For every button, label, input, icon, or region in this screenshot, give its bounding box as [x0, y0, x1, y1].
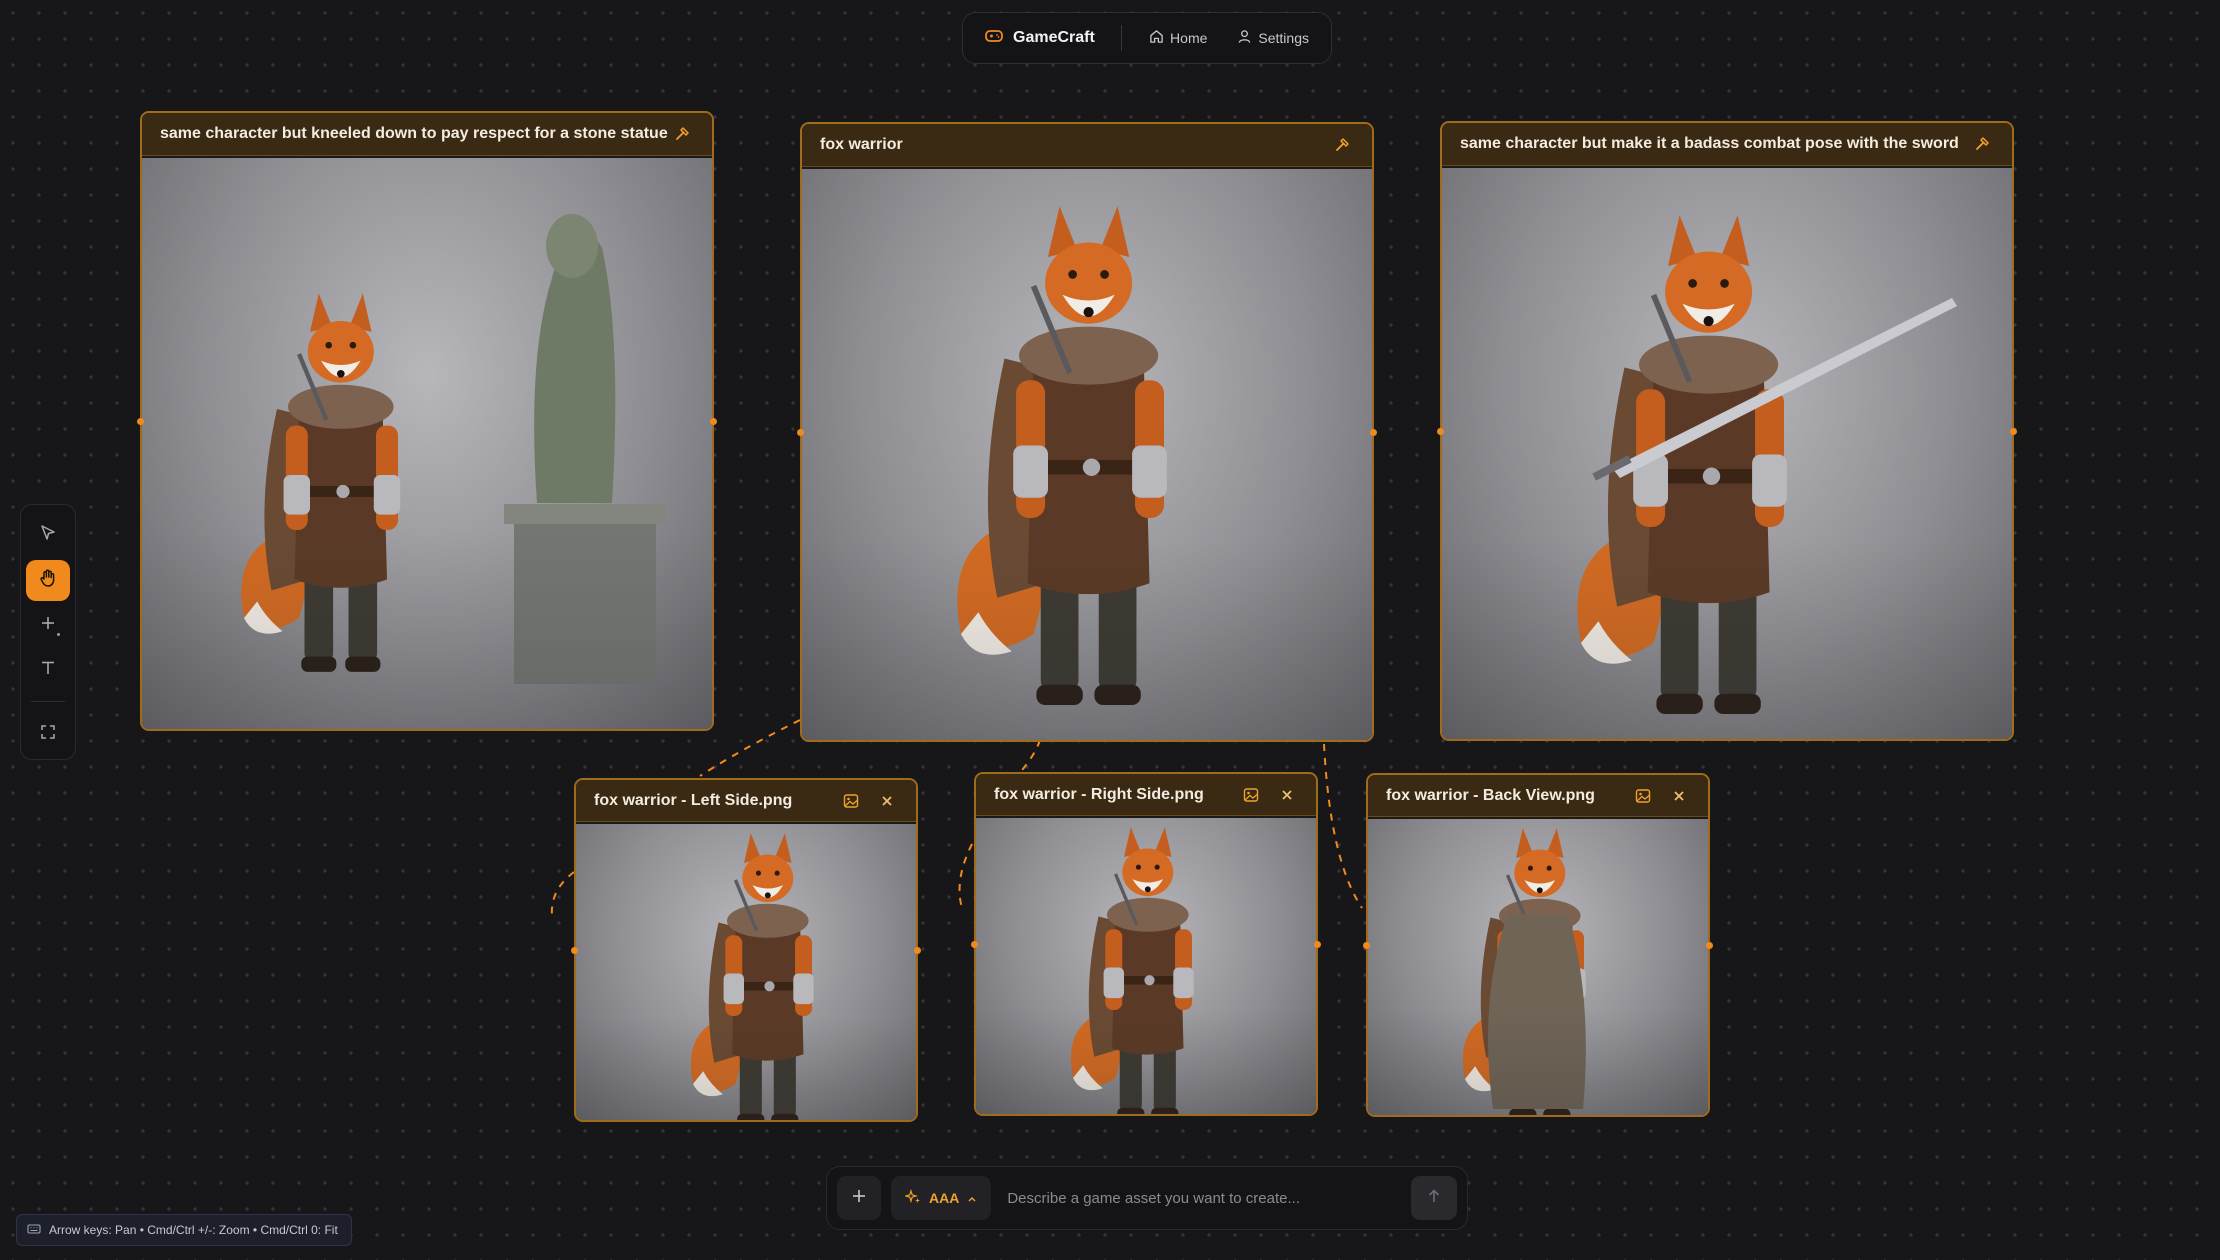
add-asset-button[interactable] [837, 1176, 881, 1220]
prompt-input[interactable] [1001, 1176, 1401, 1220]
image-icon[interactable] [1632, 785, 1654, 807]
prompt-bar: AAA [826, 1166, 1468, 1230]
fit-tool[interactable] [26, 714, 70, 755]
connection-handle[interactable] [1363, 942, 1370, 949]
node-card-combat[interactable]: same character but make it a badass comb… [1437, 121, 2017, 741]
submenu-indicator-icon [57, 633, 60, 637]
sparkles-icon [904, 1188, 921, 1208]
connection-handle[interactable] [914, 947, 921, 954]
hammer-icon[interactable] [672, 123, 694, 145]
connection-handle[interactable] [571, 947, 578, 954]
keyboard-icon [27, 1223, 41, 1238]
node-card-left-side[interactable]: fox warrior - Left Side.png [571, 778, 921, 1122]
card-title: fox warrior - Left Side.png [594, 791, 793, 809]
card-title: same character but make it a badass comb… [1460, 135, 1959, 152]
keyboard-hint-text: Arrow keys: Pan • Cmd/Ctrl +/-: Zoom • C… [49, 1223, 338, 1237]
node-card-back-view[interactable]: fox warrior - Back View.png [1363, 773, 1713, 1117]
connection-handle[interactable] [710, 418, 717, 425]
cursor-icon [39, 524, 57, 547]
hammer-icon[interactable] [1332, 134, 1354, 156]
fullscreen-icon [40, 724, 56, 745]
connection-handle[interactable] [1706, 942, 1713, 949]
nav-home-label: Home [1170, 30, 1208, 46]
model-label: AAA [929, 1190, 960, 1206]
canvas-toolbar [20, 504, 76, 760]
card-title: fox warrior - Back View.png [1386, 786, 1595, 804]
brand[interactable]: GameCraft [985, 28, 1095, 49]
image-icon[interactable] [1240, 784, 1262, 806]
pan-tool[interactable] [26, 560, 70, 602]
connection-handle[interactable] [1314, 941, 1321, 948]
card-image [802, 169, 1372, 740]
add-tool[interactable] [26, 605, 70, 646]
user-icon [1237, 29, 1252, 47]
toolbar-divider [31, 701, 65, 702]
card-title: same character but kneeled down to pay r… [160, 125, 668, 142]
text-icon [40, 660, 56, 681]
image-icon[interactable] [840, 790, 862, 812]
connection-handle[interactable] [797, 429, 804, 436]
card-image [576, 824, 916, 1120]
node-card-main[interactable]: fox warrior [797, 122, 1377, 742]
keyboard-hint: Arrow keys: Pan • Cmd/Ctrl +/-: Zoom • C… [16, 1214, 352, 1246]
card-header: fox warrior - Right Side.png [976, 774, 1316, 816]
card-image [142, 158, 712, 729]
connection-handle[interactable] [2010, 428, 2017, 435]
model-selector[interactable]: AAA [891, 1176, 992, 1220]
chevron-up-icon [967, 1190, 977, 1206]
arrow-up-icon [1427, 1188, 1441, 1209]
plus-icon [851, 1188, 867, 1209]
hammer-icon[interactable] [1972, 133, 1994, 155]
connection-handle[interactable] [1437, 428, 1444, 435]
nav-settings-label: Settings [1258, 30, 1309, 46]
gamepad-icon [985, 28, 1003, 49]
brand-label: GameCraft [1013, 29, 1095, 46]
card-image [976, 818, 1316, 1114]
card-header: same character but make it a badass comb… [1442, 123, 2012, 166]
nav-settings-link[interactable]: Settings [1229, 23, 1317, 53]
card-title: fox warrior [820, 136, 903, 153]
plus-icon [40, 615, 56, 636]
connection-handle[interactable] [1370, 429, 1377, 436]
nav-home-link[interactable]: Home [1141, 23, 1215, 53]
card-image [1442, 168, 2012, 739]
send-button[interactable] [1411, 1176, 1457, 1220]
close-icon[interactable] [876, 790, 898, 812]
connection-handle[interactable] [971, 941, 978, 948]
top-nav: GameCraft Home Settings [962, 12, 1332, 64]
close-icon[interactable] [1668, 785, 1690, 807]
card-header: fox warrior [802, 124, 1372, 167]
card-header: fox warrior - Back View.png [1368, 775, 1708, 817]
card-image [1368, 819, 1708, 1115]
home-icon [1149, 29, 1164, 47]
card-header: fox warrior - Left Side.png [576, 780, 916, 822]
node-card-right-side[interactable]: fox warrior - Right Side.png [971, 772, 1321, 1116]
card-title: fox warrior - Right Side.png [994, 785, 1204, 803]
text-tool[interactable] [26, 650, 70, 691]
close-icon[interactable] [1276, 784, 1298, 806]
select-tool[interactable] [26, 515, 70, 556]
hand-icon [38, 568, 58, 593]
node-card-kneel[interactable]: same character but kneeled down to pay r… [137, 111, 717, 731]
connection-handle[interactable] [137, 418, 144, 425]
card-header: same character but kneeled down to pay r… [142, 113, 712, 156]
